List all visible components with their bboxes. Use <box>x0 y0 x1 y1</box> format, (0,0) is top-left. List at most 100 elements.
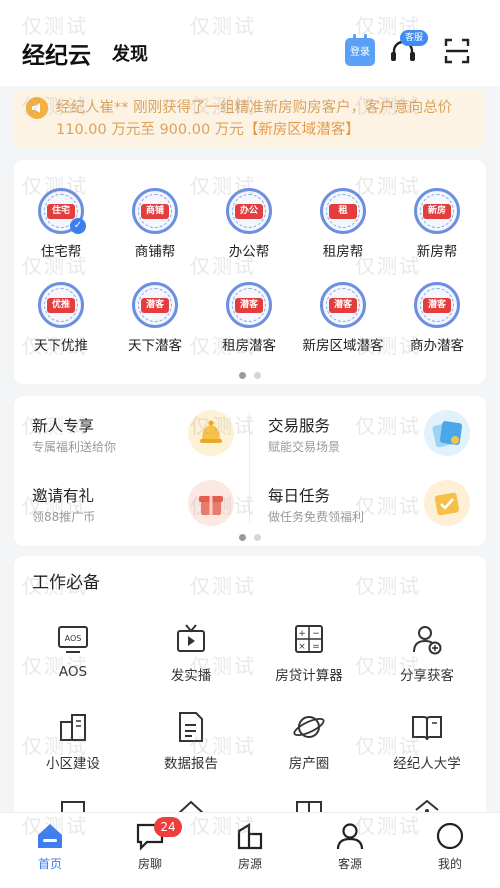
feature-title: 交易服务 <box>268 417 331 435</box>
tab-label: 房源 <box>237 857 262 871</box>
feature-title: 每日任务 <box>268 487 331 505</box>
bell-gift-icon <box>188 410 234 456</box>
feature-title: 邀请有礼 <box>32 487 95 505</box>
notice-banner[interactable]: 经纪人崔** 刚刚获得了一组精准新房购房客户，客户意向总价 110.00 万元至… <box>14 90 486 148</box>
grid-item-label: 商铺帮 <box>134 244 176 260</box>
lead-stamp-icon: 潜客 <box>226 282 272 328</box>
recommend-stamp-icon: 优推 <box>38 282 84 328</box>
grid-item-商铺帮[interactable]: 商铺 商铺帮 <box>108 188 202 278</box>
planet-icon <box>293 716 325 738</box>
section-title: 工作必备 <box>32 573 100 593</box>
grid-item-新房帮[interactable]: 新房 新房帮 <box>390 188 484 278</box>
svg-text:+: + <box>298 629 306 639</box>
tab-home[interactable]: 首页 <box>10 821 90 872</box>
calendar-check-icon <box>424 480 470 526</box>
tool-aos[interactable]: AOS AOS <box>14 622 132 680</box>
grid-page-dots[interactable] <box>14 364 486 383</box>
tool-share[interactable]: 分享获客 <box>368 622 486 684</box>
grid-item-新房区域潜客[interactable]: 潜客 新房区域潜客 <box>296 282 390 372</box>
grid-item-label: 天下优推 <box>34 338 88 354</box>
lead-stamp-icon: 潜客 <box>320 282 366 328</box>
tab-label: 我的 <box>437 857 462 871</box>
grid-item-办公帮[interactable]: 办公 办公帮 <box>202 188 296 278</box>
feature-new-user[interactable]: 新人专享 专属福利送给你 <box>14 400 244 460</box>
tab-label: 房聊 <box>137 857 162 871</box>
tab-label: 客源 <box>337 857 362 871</box>
tab-customers[interactable]: 客源 <box>310 821 390 872</box>
feature-subtitle: 做任务免费领福利 <box>268 510 365 524</box>
tool-label: AOS <box>58 664 88 680</box>
tool-data-report[interactable]: 数据报告 <box>132 710 250 772</box>
rent-stamp-icon: 租 <box>320 188 366 234</box>
tool-circle[interactable]: 房产圈 <box>250 710 368 772</box>
profile-icon <box>436 822 464 850</box>
tool-label: 小区建设 <box>46 756 100 772</box>
report-icon <box>179 712 203 742</box>
add-user-icon <box>413 626 442 655</box>
office-stamp-icon: 办公 <box>226 188 272 234</box>
house-icon <box>237 823 263 850</box>
grid-item-租房帮[interactable]: 租 租房帮 <box>296 188 390 278</box>
lead-stamp-icon: 潜客 <box>414 282 460 328</box>
top-bar: 经纪云 发现 登录 客服 <box>0 0 500 86</box>
svg-text:AOS: AOS <box>65 634 82 643</box>
grid-item-label: 天下潜客 <box>128 338 182 354</box>
svg-text:=: = <box>312 642 320 652</box>
work-tools-section: 工作必备 AOS AOS 发实播 + − × = 房贷计算器 分享获客 小区建设 数据… <box>14 556 486 816</box>
feature-invite[interactable]: 邀请有礼 领88推广币 <box>14 470 244 530</box>
tab-profile[interactable]: 我的 <box>410 821 490 872</box>
grid-item-天下优推[interactable]: 优推 天下优推 <box>14 282 108 372</box>
notice-link[interactable]: 【新房区域潜客】 <box>244 122 360 138</box>
calculator-icon: + −× = <box>295 625 323 653</box>
service-badge[interactable]: 客服 <box>400 30 429 46</box>
feature-title: 新人专享 <box>32 417 95 435</box>
app-title: 经纪云 <box>22 43 91 69</box>
tool-label: 数据报告 <box>164 756 218 772</box>
shop-stamp-icon: 商铺 <box>132 188 178 234</box>
grid-item-label: 住宅帮 <box>40 244 82 260</box>
feature-daily-task[interactable]: 每日任务 做任务免费领福利 <box>250 470 480 530</box>
svg-text:−: − <box>312 629 320 639</box>
check-icon: ✓ <box>70 218 86 234</box>
feature-trade-service[interactable]: 交易服务 赋能交易场景 <box>250 400 480 460</box>
live-tv-icon <box>177 624 205 652</box>
tool-label: 分享获客 <box>400 668 454 684</box>
grid-item-label: 新房帮 <box>416 244 458 260</box>
feature-subtitle: 赋能交易场景 <box>268 440 341 454</box>
tool-label: 发实播 <box>170 668 212 684</box>
grid-item-商办潜客[interactable]: 潜客 商办潜客 <box>390 282 484 372</box>
svg-text:×: × <box>298 642 306 652</box>
feature-subtitle: 领88推广币 <box>32 510 96 524</box>
grid-item-天下潜客[interactable]: 潜客 天下潜客 <box>108 282 202 372</box>
grid-item-租房潜客[interactable]: 潜客 租房潜客 <box>202 282 296 372</box>
grid-item-label: 租房潜客 <box>222 338 276 354</box>
home-icon <box>38 824 62 848</box>
bottom-tab-bar: 首页 24 房聊 房源 客源 我的 <box>0 812 500 888</box>
tab-discover[interactable]: 发现 <box>112 40 148 66</box>
tool-community[interactable]: 小区建设 <box>14 710 132 772</box>
tool-calculator[interactable]: + − × = 房贷计算器 <box>250 622 368 684</box>
tool-label: 房贷计算器 <box>275 668 343 684</box>
grid-item-label: 租房帮 <box>322 244 364 260</box>
feature-page-dots[interactable] <box>14 526 486 545</box>
cards-icon <box>424 410 470 456</box>
grid-item-住宅帮[interactable]: 住宅 ✓ 住宅帮 <box>14 188 108 278</box>
grid-item-label: 新房区域潜客 <box>302 338 384 354</box>
login-button[interactable]: 登录 <box>345 34 375 66</box>
tab-label: 首页 <box>37 857 62 871</box>
notice-text: 经纪人崔** 刚刚获得了一组精准新房购房客户，客户意向总价 110.00 万元至… <box>56 97 480 141</box>
scan-icon[interactable] <box>444 38 470 64</box>
tab-listings[interactable]: 房源 <box>210 821 290 872</box>
tool-label: 经纪人大学 <box>393 756 461 772</box>
newhouse-stamp-icon: 新房 <box>414 188 460 234</box>
tool-live[interactable]: 发实播 <box>132 622 250 684</box>
customer-icon <box>336 823 364 850</box>
tool-university[interactable]: 经纪人大学 <box>368 710 486 772</box>
lead-stamp-icon: 潜客 <box>132 282 178 328</box>
grid-item-label: 办公帮 <box>228 244 270 260</box>
book-icon <box>412 716 442 741</box>
feature-panel: 新人专享 专属福利送给你 交易服务 赋能交易场景 邀请有礼 领88推广币 每日任… <box>14 396 486 546</box>
grid-item-label: 商办潜客 <box>410 338 464 354</box>
gift-icon <box>188 480 234 526</box>
tab-chat[interactable]: 24 房聊 <box>110 817 190 872</box>
